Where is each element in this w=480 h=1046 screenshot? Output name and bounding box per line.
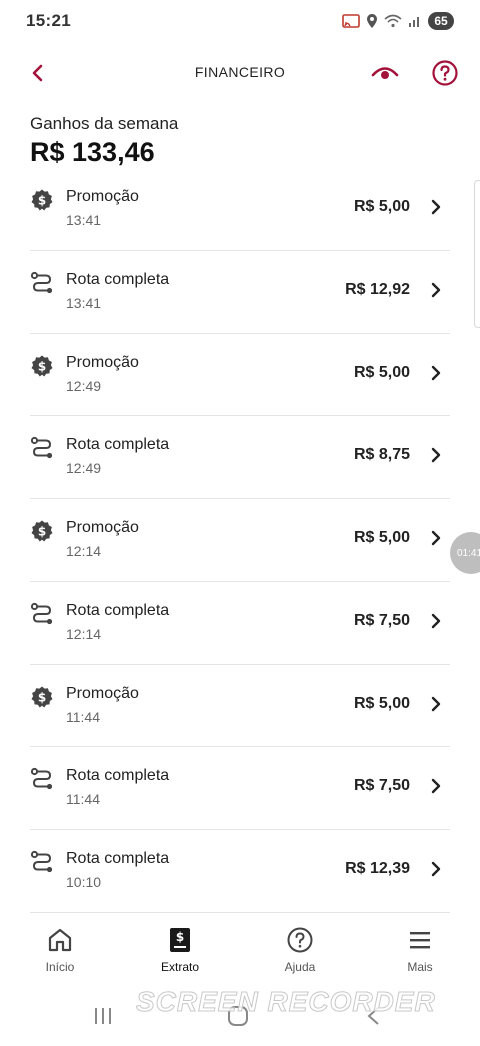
transaction-amount: R$ 7,50 bbox=[353, 777, 410, 795]
home-icon bbox=[46, 926, 74, 954]
chevron-right-icon bbox=[428, 445, 444, 465]
transaction-row[interactable]: $ Promoção 13:41 R$ 5,00 bbox=[30, 188, 450, 251]
weekly-earnings-value: R$ 133,46 bbox=[30, 137, 155, 167]
chevron-right-icon bbox=[428, 528, 444, 548]
nav-item-ajuda[interactable]: Ajuda bbox=[240, 914, 360, 986]
promo-badge-icon: $ bbox=[30, 354, 54, 378]
transaction-time: 11:44 bbox=[66, 708, 100, 725]
nav-label-inicio: Início bbox=[45, 960, 75, 974]
svg-text:$: $ bbox=[38, 359, 46, 373]
nav-label-extrato: Extrato bbox=[160, 960, 199, 974]
location-icon bbox=[367, 14, 377, 28]
transactions-list-content: $ Promoção 13:41 R$ 5,00 Rota completa 13:4… bbox=[30, 188, 450, 913]
question-circle-icon bbox=[432, 60, 458, 86]
transaction-amount: R$ 5,00 bbox=[353, 529, 410, 546]
transaction-row[interactable]: $ Promoção 11:44 R$ 5,00 bbox=[30, 665, 450, 748]
svg-text:$: $ bbox=[38, 194, 46, 208]
chevron-right-icon bbox=[428, 363, 444, 383]
transaction-row[interactable]: $ Promoção 12:49 R$ 5,00 bbox=[30, 334, 450, 417]
transaction-type: Rota completa bbox=[66, 270, 170, 288]
chevron-right-icon bbox=[428, 611, 444, 631]
promo-badge-icon: $ bbox=[30, 519, 54, 543]
nav-item-extrato[interactable]: $ Extrato bbox=[120, 914, 240, 986]
transaction-time: 13:41 bbox=[66, 212, 102, 228]
transaction-type: Rota completa bbox=[66, 601, 170, 619]
transaction-row[interactable]: $ Promoção 12:14 R$ 5,00 bbox=[30, 499, 450, 582]
nav-item-mais[interactable]: Mais bbox=[360, 914, 480, 986]
transaction-row[interactable]: Rota completa 10:10 R$ 12,39 bbox=[30, 830, 450, 913]
transaction-row[interactable]: Rota completa 11:44 R$ 7,50 bbox=[30, 747, 450, 830]
transaction-amount: R$ 8,75 bbox=[353, 446, 410, 464]
promo-badge-icon: $ bbox=[30, 188, 54, 212]
status-bar: 15:21 65 bbox=[0, 0, 480, 42]
statement-icon: $ bbox=[166, 926, 194, 954]
toggle-visibility-button[interactable] bbox=[370, 58, 400, 88]
status-time: 15:21 bbox=[26, 11, 71, 30]
page-title: FINANCEIRO bbox=[194, 64, 286, 80]
route-icon bbox=[30, 767, 54, 791]
screen-recorder-watermark: SCREEN RECORDER bbox=[136, 986, 436, 1018]
transaction-amount: R$ 12,92 bbox=[345, 280, 410, 298]
transaction-type: Promoção bbox=[66, 684, 139, 702]
transaction-type: Promoção bbox=[66, 188, 139, 205]
transaction-time: 10:10 bbox=[66, 874, 102, 890]
transaction-amount: R$ 12,39 bbox=[345, 860, 410, 877]
transaction-time: 12:14 bbox=[66, 625, 102, 642]
chevron-right-icon bbox=[428, 197, 444, 217]
status-icons: 65 bbox=[342, 12, 454, 30]
transaction-row[interactable]: Rota completa 13:41 R$ 12,92 bbox=[30, 251, 450, 334]
cast-icon bbox=[342, 14, 360, 28]
scroll-indicator[interactable] bbox=[474, 180, 480, 328]
signal-icon bbox=[409, 17, 419, 27]
transaction-type: Promoção bbox=[66, 353, 139, 371]
weekly-earnings-label: Ganhos da semana bbox=[30, 114, 179, 133]
chevron-right-icon bbox=[428, 859, 444, 879]
route-icon bbox=[30, 602, 54, 626]
transaction-time: 12:14 bbox=[66, 543, 102, 559]
transaction-type: Rota completa bbox=[66, 767, 170, 785]
route-icon bbox=[30, 850, 54, 874]
transaction-row[interactable]: Rota completa 12:49 R$ 8,75 bbox=[30, 416, 450, 499]
menu-icon bbox=[406, 926, 434, 954]
chevron-right-icon bbox=[428, 694, 444, 714]
battery-indicator: 65 bbox=[428, 12, 454, 30]
route-icon bbox=[30, 436, 54, 460]
weekly-earnings-summary: Ganhos da semana R$ 133,46 bbox=[30, 114, 178, 168]
app-header: FINANCEIRO bbox=[0, 50, 480, 96]
transaction-amount: R$ 5,00 bbox=[353, 363, 410, 381]
transaction-time: 11:44 bbox=[66, 791, 100, 808]
recent-apps-icon bbox=[95, 1008, 111, 1024]
nav-item-inicio[interactable]: Início bbox=[0, 914, 120, 986]
bottom-nav: Início $ Extrato Ajuda Mais bbox=[0, 914, 480, 986]
transaction-amount: R$ 5,00 bbox=[353, 694, 410, 712]
route-icon bbox=[30, 271, 54, 295]
help-icon bbox=[286, 926, 314, 954]
svg-text:$: $ bbox=[176, 930, 184, 944]
transaction-time: 12:49 bbox=[66, 460, 102, 477]
nav-label-ajuda: Ajuda bbox=[284, 960, 316, 974]
svg-text:$: $ bbox=[38, 690, 46, 704]
promo-badge-icon: $ bbox=[30, 685, 54, 709]
transaction-amount: R$ 7,50 bbox=[353, 611, 410, 629]
chevron-right-icon bbox=[428, 776, 444, 796]
svg-text:$: $ bbox=[38, 525, 46, 539]
transaction-time: 13:41 bbox=[66, 294, 102, 311]
recent-apps-button[interactable] bbox=[88, 1004, 118, 1028]
transaction-type: Promoção bbox=[66, 519, 139, 536]
transaction-type: Rota completa bbox=[66, 850, 170, 867]
transactions-list[interactable]: $ Promoção 13:41 R$ 5,00 Rota completa 13:4… bbox=[0, 188, 480, 914]
wifi-icon bbox=[384, 14, 402, 28]
transaction-row[interactable]: Rota completa 12:14 R$ 7,50 bbox=[30, 582, 450, 665]
eye-icon bbox=[371, 67, 399, 79]
transaction-type: Rota completa bbox=[66, 436, 170, 454]
chevron-right-icon bbox=[428, 280, 444, 300]
nav-label-mais: Mais bbox=[407, 960, 433, 974]
transaction-amount: R$ 5,00 bbox=[353, 198, 410, 215]
transaction-time: 12:49 bbox=[66, 377, 102, 394]
help-button[interactable] bbox=[430, 58, 460, 88]
